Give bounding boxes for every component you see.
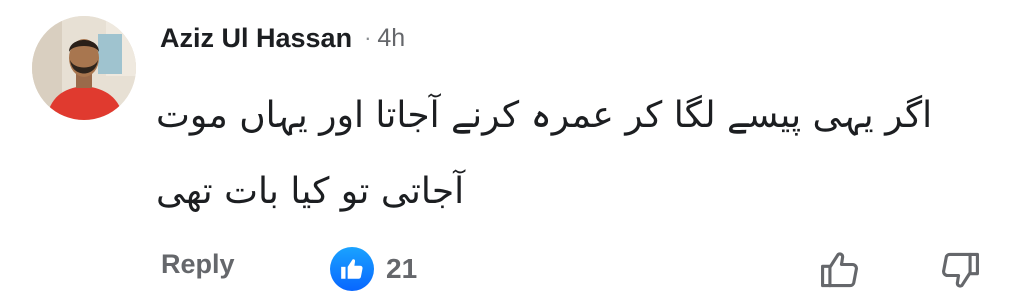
meta-separator: · bbox=[364, 25, 372, 50]
comment-body-line: اگر یہی پیسے لگا کر عمرہ کرنے آجاتا اور … bbox=[156, 95, 933, 136]
thumbs-down-outline-icon bbox=[942, 252, 979, 288]
upvote-button[interactable] bbox=[816, 246, 864, 294]
downvote-button[interactable] bbox=[936, 246, 984, 294]
reply-button[interactable]: Reply bbox=[161, 249, 235, 280]
author-name[interactable]: Aziz Ul Hassan bbox=[160, 23, 352, 54]
avatar-photo bbox=[32, 16, 136, 120]
reaction-count: 21 bbox=[386, 253, 418, 284]
reaction-summary[interactable]: 21 bbox=[330, 247, 418, 291]
comment: Aziz Ul Hassan · 4h اگر یہی پیسے لگا کر … bbox=[0, 0, 1024, 299]
avatar[interactable] bbox=[32, 16, 136, 120]
comment-body: اگر یہی پیسے لگا کر عمرہ کرنے آجاتا اور … bbox=[156, 78, 936, 230]
thumbs-up-icon bbox=[330, 247, 374, 291]
author-row: Aziz Ul Hassan · 4h bbox=[160, 20, 405, 56]
timestamp[interactable]: 4h bbox=[377, 24, 405, 53]
comment-body-line: آجاتی تو کیا بات تھی bbox=[156, 171, 465, 212]
thumbs-up-outline-icon bbox=[821, 252, 858, 288]
